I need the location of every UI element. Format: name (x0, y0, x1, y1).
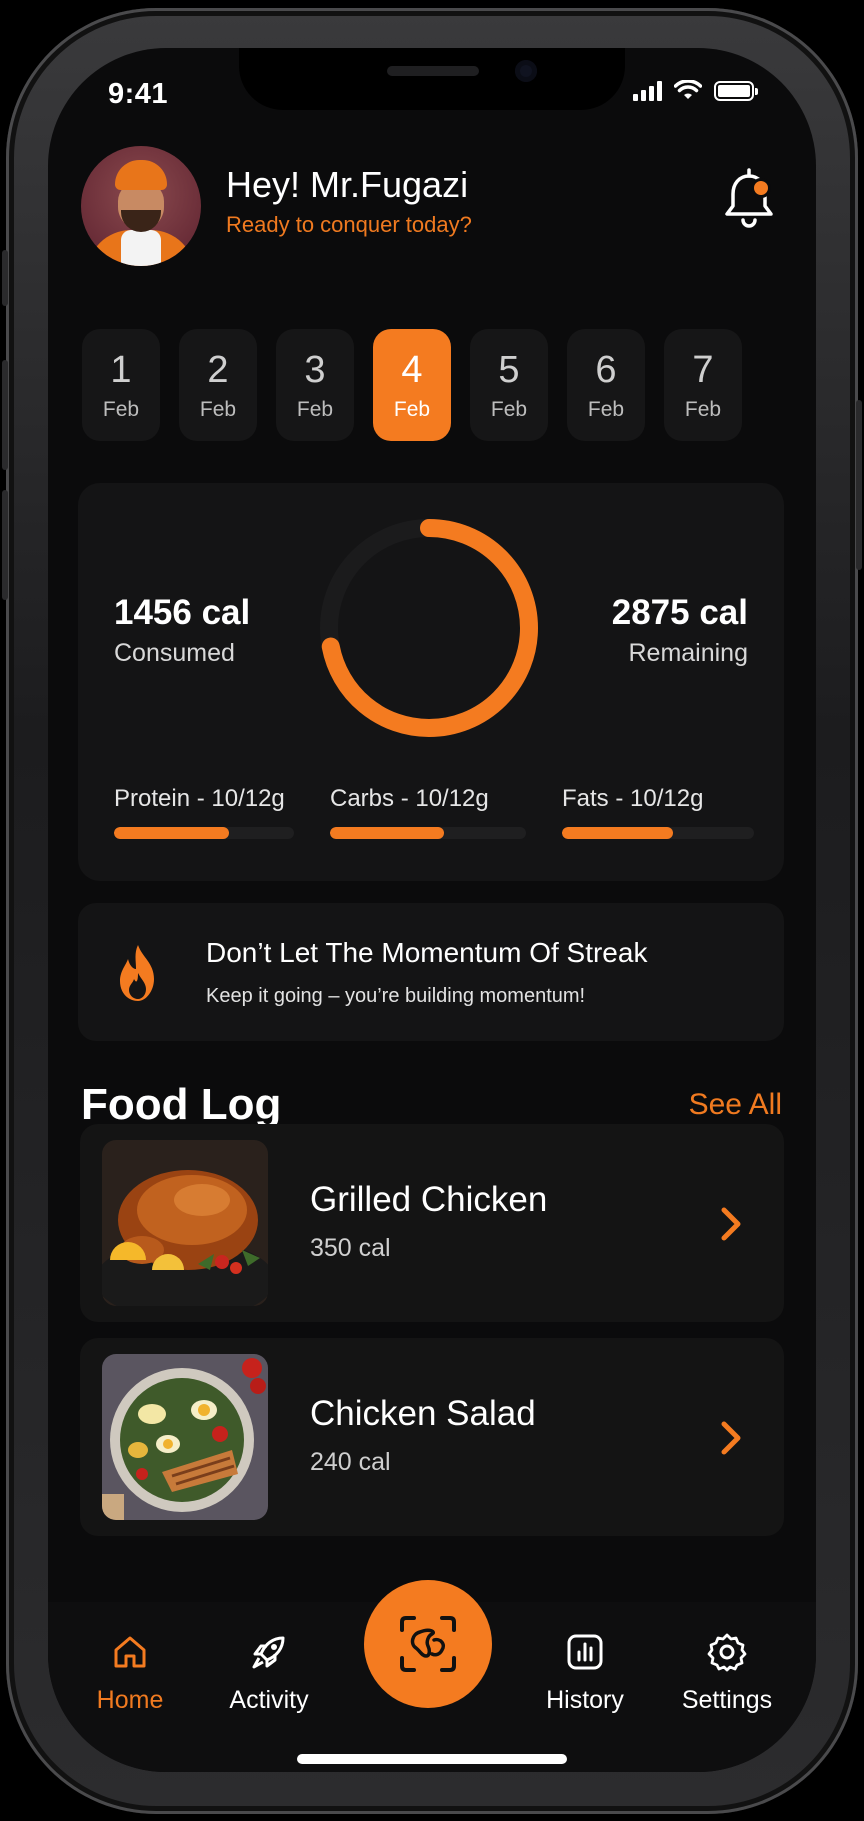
calorie-progress-ring (320, 519, 538, 737)
calorie-summary-card: 1456 cal Consumed 2875 cal Remaining Pro… (78, 483, 784, 881)
notification-badge (751, 178, 771, 198)
scan-icon (400, 1616, 456, 1672)
volume-down-button (2, 490, 8, 600)
date-day: 5 (498, 349, 520, 391)
date-chip-2[interactable]: 2 Feb (179, 329, 257, 441)
flame-icon (120, 945, 154, 1001)
macro-list: Protein - 10/12g Carbs - 10/12g Fats - 1… (114, 785, 754, 839)
app-screen: 9:41 Hey! Mr.Fugazi Ready to conquer tod… (48, 48, 816, 1772)
macro-progress-track (330, 827, 526, 839)
tab-home[interactable]: Home (65, 1632, 195, 1715)
remaining-label: Remaining (628, 639, 748, 667)
avatar[interactable] (81, 146, 201, 266)
rocket-icon (252, 1636, 285, 1669)
tab-label: History (546, 1686, 624, 1714)
chevron-right-icon (721, 1421, 741, 1455)
consumed-value: 1456 cal (114, 593, 251, 632)
volume-up-button (2, 360, 8, 470)
header: Hey! Mr.Fugazi Ready to conquer today? (81, 146, 781, 266)
macro-progress-track (562, 827, 754, 839)
power-button (856, 400, 862, 570)
see-all-link[interactable]: See All (689, 1088, 782, 1122)
notification-bell-button[interactable] (719, 166, 779, 236)
tab-label: Activity (229, 1686, 309, 1714)
status-time: 9:41 (108, 78, 169, 110)
date-month: Feb (199, 398, 237, 421)
date-month: Feb (587, 398, 625, 421)
macro-progress-fill (114, 827, 230, 839)
macro-progress-track (114, 827, 294, 839)
chevron-right-icon (721, 1207, 741, 1241)
date-chip-7[interactable]: 7 Feb (664, 329, 742, 441)
tab-label: Settings (681, 1686, 773, 1714)
streak-subtitle: Keep it going – you’re building momentum… (206, 985, 586, 1007)
battery-icon (714, 81, 758, 101)
date-day: 6 (595, 349, 617, 391)
food-log-title: Food Log (81, 1080, 282, 1129)
date-month: Feb (490, 398, 528, 421)
speaker-grille (387, 66, 479, 76)
food-log-item[interactable]: Grilled Chicken 350 cal (80, 1124, 784, 1322)
macro-fats: Fats - 10/12g (562, 785, 754, 839)
scan-food-button[interactable] (364, 1580, 492, 1708)
date-selector: 1 Feb 2 Feb 3 Feb 4 Feb 5 Feb 6 Feb 7 Feb (82, 329, 742, 441)
wifi-icon (674, 80, 702, 99)
food-calories: 240 cal (310, 1448, 391, 1476)
streak-title: Don’t Let The Momentum Of Streak (206, 937, 648, 968)
grilled-chicken-image (102, 1140, 268, 1306)
status-icons (633, 80, 758, 102)
food-calories: 350 cal (310, 1234, 391, 1262)
greeting-subtitle: Ready to conquer today? (226, 212, 472, 237)
macro-progress-fill (562, 827, 674, 839)
date-chip-1[interactable]: 1 Feb (82, 329, 160, 441)
macro-label: Fats - 10/12g (562, 785, 704, 812)
date-day: 4 (401, 349, 423, 391)
bell-icon (725, 168, 773, 228)
front-camera (515, 60, 537, 82)
notch (239, 48, 625, 110)
macro-protein: Protein - 10/12g (114, 785, 294, 839)
macro-label: Carbs - 10/12g (330, 785, 489, 812)
macro-label: Protein - 10/12g (114, 785, 285, 812)
gear-icon (707, 1633, 747, 1672)
chart-history-icon (567, 1634, 603, 1670)
cellular-signal-icon (633, 81, 662, 101)
consumed-block: 1456 cal Consumed (114, 593, 250, 668)
tab-label: Home (96, 1686, 164, 1714)
date-month: Feb (102, 398, 140, 421)
date-month: Feb (393, 398, 431, 421)
date-month: Feb (684, 398, 722, 421)
date-chip-3[interactable]: 3 Feb (276, 329, 354, 441)
date-day: 7 (692, 349, 714, 391)
food-name: Chicken Salad (310, 1394, 536, 1433)
macro-carbs: Carbs - 10/12g (330, 785, 526, 839)
tab-activity[interactable]: Activity (204, 1632, 334, 1715)
remaining-block: 2875 cal Remaining (612, 593, 748, 668)
greeting-title: Hey! Mr.Fugazi (226, 164, 469, 205)
macro-progress-fill (330, 827, 444, 839)
streak-card[interactable]: Don’t Let The Momentum Of Streak Keep it… (78, 903, 784, 1041)
home-icon (114, 1636, 146, 1668)
remaining-value: 2875 cal (611, 593, 748, 632)
date-chip-5[interactable]: 5 Feb (470, 329, 548, 441)
date-day: 3 (304, 349, 326, 391)
date-chip-6[interactable]: 6 Feb (567, 329, 645, 441)
date-day: 2 (207, 349, 229, 391)
home-indicator (297, 1754, 567, 1764)
chicken-salad-image (102, 1354, 268, 1520)
consumed-label: Consumed (114, 639, 235, 667)
tab-settings[interactable]: Settings (662, 1632, 792, 1715)
mute-switch (2, 250, 8, 306)
date-day: 1 (110, 349, 132, 391)
date-month: Feb (296, 398, 334, 421)
food-name: Grilled Chicken (310, 1180, 548, 1219)
tab-history[interactable]: History (520, 1632, 650, 1715)
date-chip-4[interactable]: 4 Feb (373, 329, 451, 441)
food-log-item[interactable]: Chicken Salad 240 cal (80, 1338, 784, 1536)
